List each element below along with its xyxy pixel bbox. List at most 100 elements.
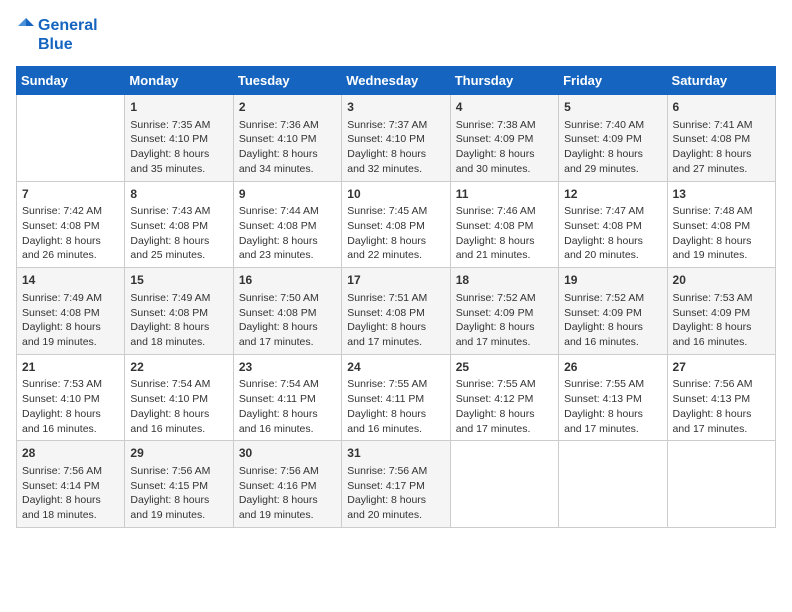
week-row-5: 28Sunrise: 7:56 AMSunset: 4:14 PMDayligh… (17, 441, 776, 528)
day-info: Sunset: 4:08 PM (564, 219, 661, 234)
day-info: Sunset: 4:08 PM (239, 219, 336, 234)
day-number: 5 (564, 99, 661, 116)
day-info: Sunset: 4:08 PM (347, 306, 444, 321)
day-info: Daylight: 8 hours (130, 320, 227, 335)
day-number: 14 (22, 272, 119, 289)
day-info: Daylight: 8 hours (239, 147, 336, 162)
calendar-cell (559, 441, 667, 528)
day-info: Sunset: 4:08 PM (130, 219, 227, 234)
calendar-cell: 31Sunrise: 7:56 AMSunset: 4:17 PMDayligh… (342, 441, 450, 528)
day-info: Sunrise: 7:54 AM (130, 377, 227, 392)
day-info: Sunset: 4:12 PM (456, 392, 553, 407)
calendar-cell: 12Sunrise: 7:47 AMSunset: 4:08 PMDayligh… (559, 181, 667, 268)
day-info: Sunset: 4:09 PM (673, 306, 770, 321)
day-number: 1 (130, 99, 227, 116)
calendar-cell (17, 95, 125, 182)
calendar-cell: 27Sunrise: 7:56 AMSunset: 4:13 PMDayligh… (667, 354, 775, 441)
calendar-cell: 4Sunrise: 7:38 AMSunset: 4:09 PMDaylight… (450, 95, 558, 182)
logo-block: General Blue (16, 16, 98, 54)
day-info: Sunset: 4:10 PM (130, 392, 227, 407)
day-info: Sunrise: 7:56 AM (22, 464, 119, 479)
day-info: Daylight: 8 hours (456, 147, 553, 162)
logo-general: General (38, 17, 98, 35)
day-info: and 19 minutes. (239, 508, 336, 523)
day-info: Sunset: 4:08 PM (347, 219, 444, 234)
calendar-cell: 25Sunrise: 7:55 AMSunset: 4:12 PMDayligh… (450, 354, 558, 441)
day-number: 12 (564, 186, 661, 203)
day-info: Sunset: 4:08 PM (673, 132, 770, 147)
calendar-cell: 30Sunrise: 7:56 AMSunset: 4:16 PMDayligh… (233, 441, 341, 528)
day-number: 4 (456, 99, 553, 116)
day-info: Sunset: 4:10 PM (130, 132, 227, 147)
day-info: Daylight: 8 hours (22, 320, 119, 335)
day-info: Sunset: 4:13 PM (564, 392, 661, 407)
calendar-cell: 16Sunrise: 7:50 AMSunset: 4:08 PMDayligh… (233, 268, 341, 355)
day-info: Sunrise: 7:56 AM (673, 377, 770, 392)
day-info: Sunrise: 7:44 AM (239, 204, 336, 219)
day-info: Daylight: 8 hours (347, 407, 444, 422)
calendar-cell: 13Sunrise: 7:48 AMSunset: 4:08 PMDayligh… (667, 181, 775, 268)
weekday-header-sunday: Sunday (17, 67, 125, 95)
day-info: and 20 minutes. (564, 248, 661, 263)
day-info: and 27 minutes. (673, 162, 770, 177)
day-info: Daylight: 8 hours (22, 234, 119, 249)
day-info: Daylight: 8 hours (673, 234, 770, 249)
weekday-header-saturday: Saturday (667, 67, 775, 95)
day-info: and 17 minutes. (347, 335, 444, 350)
week-row-3: 14Sunrise: 7:49 AMSunset: 4:08 PMDayligh… (17, 268, 776, 355)
day-info: Daylight: 8 hours (564, 320, 661, 335)
day-info: Daylight: 8 hours (564, 407, 661, 422)
day-info: and 17 minutes. (564, 422, 661, 437)
day-info: and 22 minutes. (347, 248, 444, 263)
calendar-cell (667, 441, 775, 528)
day-info: Sunset: 4:17 PM (347, 479, 444, 494)
page-header: General Blue (16, 16, 776, 54)
calendar-cell: 14Sunrise: 7:49 AMSunset: 4:08 PMDayligh… (17, 268, 125, 355)
day-number: 27 (673, 359, 770, 376)
calendar-cell (450, 441, 558, 528)
logo: General Blue (16, 16, 98, 54)
day-info: Sunset: 4:08 PM (456, 219, 553, 234)
day-info: Sunset: 4:10 PM (347, 132, 444, 147)
day-info: Sunset: 4:08 PM (130, 306, 227, 321)
day-number: 17 (347, 272, 444, 289)
day-info: and 20 minutes. (347, 508, 444, 523)
day-info: Daylight: 8 hours (564, 147, 661, 162)
day-info: Sunset: 4:08 PM (239, 306, 336, 321)
day-info: Sunrise: 7:55 AM (456, 377, 553, 392)
weekday-header-thursday: Thursday (450, 67, 558, 95)
day-info: and 34 minutes. (239, 162, 336, 177)
calendar-cell: 2Sunrise: 7:36 AMSunset: 4:10 PMDaylight… (233, 95, 341, 182)
day-info: Sunrise: 7:48 AM (673, 204, 770, 219)
day-info: and 26 minutes. (22, 248, 119, 263)
calendar-cell: 23Sunrise: 7:54 AMSunset: 4:11 PMDayligh… (233, 354, 341, 441)
day-info: Sunset: 4:08 PM (22, 219, 119, 234)
calendar-cell: 22Sunrise: 7:54 AMSunset: 4:10 PMDayligh… (125, 354, 233, 441)
day-info: and 16 minutes. (239, 422, 336, 437)
day-info: and 19 minutes. (130, 508, 227, 523)
day-info: Sunrise: 7:36 AM (239, 118, 336, 133)
day-info: and 18 minutes. (22, 508, 119, 523)
calendar-cell: 29Sunrise: 7:56 AMSunset: 4:15 PMDayligh… (125, 441, 233, 528)
day-info: Sunrise: 7:37 AM (347, 118, 444, 133)
day-number: 6 (673, 99, 770, 116)
calendar-cell: 5Sunrise: 7:40 AMSunset: 4:09 PMDaylight… (559, 95, 667, 182)
day-number: 19 (564, 272, 661, 289)
day-info: Sunrise: 7:41 AM (673, 118, 770, 133)
day-number: 31 (347, 445, 444, 462)
day-info: Sunrise: 7:51 AM (347, 291, 444, 306)
day-info: Sunrise: 7:50 AM (239, 291, 336, 306)
day-info: Daylight: 8 hours (130, 493, 227, 508)
day-info: Sunrise: 7:53 AM (673, 291, 770, 306)
day-info: Sunrise: 7:47 AM (564, 204, 661, 219)
day-info: Daylight: 8 hours (239, 320, 336, 335)
day-info: and 17 minutes. (456, 422, 553, 437)
day-info: Sunrise: 7:49 AM (130, 291, 227, 306)
day-info: Sunrise: 7:56 AM (347, 464, 444, 479)
day-info: Daylight: 8 hours (347, 147, 444, 162)
calendar-cell: 18Sunrise: 7:52 AMSunset: 4:09 PMDayligh… (450, 268, 558, 355)
day-info: Sunrise: 7:38 AM (456, 118, 553, 133)
weekday-header-friday: Friday (559, 67, 667, 95)
day-info: Daylight: 8 hours (564, 234, 661, 249)
day-info: and 17 minutes. (673, 422, 770, 437)
